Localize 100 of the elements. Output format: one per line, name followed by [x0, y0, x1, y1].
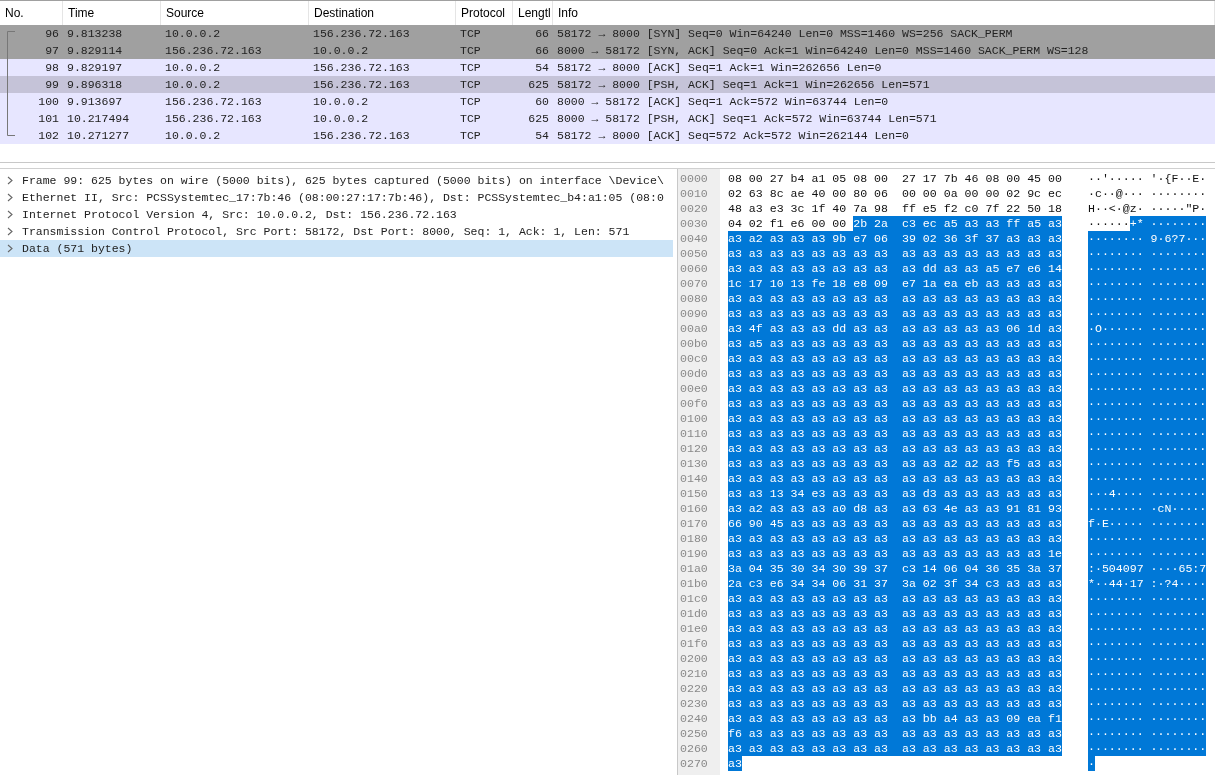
table-cell-text: 10.0.0.2 — [312, 94, 370, 110]
table-cell-text: 156.236.72.163 — [312, 26, 411, 42]
hex-bytes: a3 a3 a3 a3 a3 a3 a3 a3 a3 a3 a3 a3 a3 a3 a3 a3 — [728, 471, 1062, 486]
ascii-text: ········ ········ — [1088, 351, 1207, 366]
ascii-text: ········ ········ — [1088, 276, 1207, 291]
byte-offset: 0030 — [679, 216, 709, 231]
ascii-text: ········ ········ — [1088, 396, 1207, 411]
tree-item[interactable]: Ethernet II, Src: PCSSystemtec_17:7b:46 (08:00:27:17:7b:46), Dst: PCSSystemtec_b4:a1:05 (08:0 — [0, 189, 673, 206]
packet-row[interactable]: 100 9.913697 156.236.72.163 10.0.0.2 TCP 60 8000 → 58172 [ACK] Seq=1 Ack=572 Win=63744 Len=0 — [0, 93, 1215, 110]
ascii-text: ········ ········ — [1088, 441, 1207, 456]
table-cell-text: 54 — [534, 128, 550, 144]
ascii-text: ···4···· ········ — [1088, 486, 1207, 501]
table-cell-text: 156.236.72.163 — [164, 43, 263, 59]
tree-item[interactable]: Frame 99: 625 bytes on wire (5000 bits), 625 bytes captured (5000 bits) on interface \Device\ — [0, 172, 673, 189]
byte-offset: 0070 — [679, 276, 709, 291]
hex-bytes: 66 90 45 a3 a3 a3 a3 a3 a3 a3 a3 a3 a3 a3 a3 a3 — [728, 516, 1062, 531]
chevron-right-icon[interactable] — [6, 244, 14, 253]
ascii-text: ········ ········ — [1088, 636, 1207, 651]
table-cell-text: TCP — [459, 60, 482, 76]
table-cell-text: 97 — [44, 43, 60, 59]
hex-bytes: 08 00 27 b4 a1 05 08 00 27 17 7b 46 08 00 45 00 — [728, 171, 1062, 186]
hex-bytes: a3 a3 a3 a3 a3 a3 a3 a3 a3 a3 a3 a3 a3 a3 a3 a3 — [728, 351, 1062, 366]
table-cell-text: 58172 → 8000 [PSH, ACK] Seq=1 Ack=1 Win=262656 Len=571 — [556, 77, 931, 93]
byte-offset: 0190 — [679, 546, 709, 561]
table-cell-text: 54 — [534, 60, 550, 76]
ascii-text: :·504097 ····65:7 — [1088, 561, 1207, 576]
ascii-text: ········ ········ — [1088, 666, 1207, 681]
table-cell-text: 10.0.0.2 — [164, 128, 222, 144]
byte-offset: 0210 — [679, 666, 709, 681]
table-cell-text: 8000 → 58172 [ACK] Seq=1 Ack=572 Win=63744 Len=0 — [556, 94, 890, 110]
tree-item[interactable]: Transmission Control Protocol, Src Port: 58172, Dst Port: 8000, Seq: 1, Ack: 1, Len: 571 — [0, 223, 673, 240]
table-cell-text: 66 — [534, 26, 550, 42]
ascii-text: ········ ········ — [1088, 606, 1207, 621]
byte-offset: 01f0 — [679, 636, 709, 651]
table-cell-text: 9.913697 — [66, 94, 124, 110]
byte-offset: 0120 — [679, 441, 709, 456]
byte-offset: 0240 — [679, 711, 709, 726]
hex-bytes: a3 a3 a3 a3 a3 a3 a3 a3 a3 a3 a3 a3 a3 a3 a3 a3 — [728, 291, 1062, 306]
byte-offset: 0100 — [679, 411, 709, 426]
table-cell-text: 96 — [44, 26, 60, 42]
byte-offset: 01e0 — [679, 621, 709, 636]
packet-row[interactable]: 101 10.217494 156.236.72.163 10.0.0.2 TCP 625 8000 → 58172 [PSH, ACK] Seq=1 Ack=572 Win=63744 Len=571 — [0, 110, 1215, 127]
packet-row[interactable]: 102 10.271277 10.0.0.2 156.236.72.163 TCP 54 58172 → 8000 [ACK] Seq=572 Ack=572 Win=262144 Len=0 — [0, 127, 1215, 144]
hex-bytes: a3 — [728, 756, 742, 771]
table-cell-text: 156.236.72.163 — [312, 60, 411, 76]
ascii-text: · — [1088, 756, 1095, 771]
ascii-text: ········ ········ — [1088, 456, 1207, 471]
table-cell-text: 9.829114 — [66, 43, 124, 59]
table-cell-text: 9.896318 — [66, 77, 124, 93]
table-cell-text: TCP — [459, 43, 482, 59]
tree-item[interactable]: Internet Protocol Version 4, Src: 10.0.0.2, Dst: 156.236.72.163 — [0, 206, 673, 223]
ascii-text: ········ ········ — [1088, 411, 1207, 426]
table-cell-text: TCP — [459, 111, 482, 127]
ascii-text: ········ ·cN····· — [1088, 501, 1207, 516]
table-cell-text: TCP — [459, 26, 482, 42]
packet-row[interactable]: 97 9.829114 156.236.72.163 10.0.0.2 TCP 66 8000 → 58172 [SYN, ACK] Seq=0 Ack=1 Win=64240 Len=0 MSS=1460 SACK_PERM WS=128 — [0, 42, 1215, 59]
table-cell-text: TCP — [459, 77, 482, 93]
byte-offset: 01b0 — [679, 576, 709, 591]
hex-bytes: 2b 2a c3 ec a5 a3 a3 ff a5 a3 — [853, 216, 1062, 231]
packet-row[interactable]: 98 9.829197 10.0.0.2 156.236.72.163 TCP 54 58172 → 8000 [ACK] Seq=1 Ack=1 Win=262656 Len=0 — [0, 59, 1215, 76]
byte-offset: 01c0 — [679, 591, 709, 606]
hex-bytes: a3 a3 a3 a3 a3 a3 a3 a3 a3 a3 a3 a3 a3 a3 a3 a3 — [728, 246, 1062, 261]
table-cell-text: 10.0.0.2 — [164, 26, 222, 42]
chevron-right-icon[interactable] — [6, 176, 14, 185]
table-cell-text: 100 — [37, 94, 60, 110]
hex-bytes: a3 a3 a3 a3 a3 a3 a3 a3 a3 a3 a3 a3 a3 a3 a3 a3 — [728, 621, 1062, 636]
byte-offset: 0170 — [679, 516, 709, 531]
byte-offset: 0180 — [679, 531, 709, 546]
hex-bytes: 02 63 8c ae 40 00 80 06 00 00 0a 00 00 02 9c ec — [728, 186, 1062, 201]
packet-row[interactable]: 99 9.896318 10.0.0.2 156.236.72.163 TCP 625 58172 → 8000 [PSH, ACK] Seq=1 Ack=1 Win=262656 Len=571 — [0, 76, 1215, 93]
byte-offset: 00c0 — [679, 351, 709, 366]
ascii-text: ········ ········ — [1088, 426, 1207, 441]
table-cell-text: 99 — [44, 77, 60, 93]
tree-item[interactable]: Data (571 bytes) — [0, 240, 673, 257]
ascii-text: ········ ········ — [1088, 381, 1207, 396]
table-cell-text: 10.271277 — [66, 128, 131, 144]
ascii-text: ········ ········ — [1088, 366, 1207, 381]
ascii-text: ········ ········ — [1088, 696, 1207, 711]
table-cell-text: 156.236.72.163 — [312, 128, 411, 144]
byte-offset: 0040 — [679, 231, 709, 246]
ascii-text: ··'····· '·{F··E· — [1088, 171, 1207, 186]
ascii-text: ·c··@··· ········ — [1088, 186, 1207, 201]
chevron-right-icon[interactable] — [6, 227, 14, 236]
hex-bytes: a3 a3 a3 a3 a3 a3 a3 a3 a3 bb a4 a3 a3 09 ea f1 — [728, 711, 1062, 726]
ascii-text: *··44·17 :·?4···· — [1088, 576, 1207, 591]
ascii-text: ········ ········ — [1088, 336, 1207, 351]
byte-offset: 00a0 — [679, 321, 709, 336]
chevron-right-icon[interactable] — [6, 193, 14, 202]
table-cell-text: 10.0.0.2 — [164, 60, 222, 76]
hex-bytes: a3 a3 a3 a3 a3 a3 a3 a3 a3 a3 a3 a3 a3 a3 a3 a3 — [728, 651, 1062, 666]
ascii-text: ········ 9·6?7··· — [1088, 231, 1207, 246]
byte-offset: 0230 — [679, 696, 709, 711]
byte-offset: 0270 — [679, 756, 709, 771]
packet-row[interactable]: 96 9.813238 10.0.0.2 156.236.72.163 TCP 66 58172 → 8000 [SYN] Seq=0 Win=64240 Len=0 MSS=1460 WS=256 SACK_PERM — [0, 25, 1215, 42]
hex-bytes: a3 a3 a3 a3 a3 a3 a3 a3 a3 a3 a3 a3 a3 a3 a3 a3 — [728, 441, 1062, 456]
hex-bytes: a3 a3 a3 a3 a3 a3 a3 a3 a3 a3 a3 a3 a3 a3 a3 a3 — [728, 306, 1062, 321]
hex-bytes: a3 a3 a3 a3 a3 a3 a3 a3 a3 a3 a3 a3 a3 a3 a3 a3 — [728, 366, 1062, 381]
table-cell-text: 58172 → 8000 [ACK] Seq=1 Ack=1 Win=262656 Len=0 — [556, 60, 883, 76]
hex-bytes: a3 a3 a3 a3 a3 a3 a3 a3 a3 a3 a3 a3 a3 a3 a3 a3 — [728, 426, 1062, 441]
chevron-right-icon[interactable] — [6, 210, 14, 219]
